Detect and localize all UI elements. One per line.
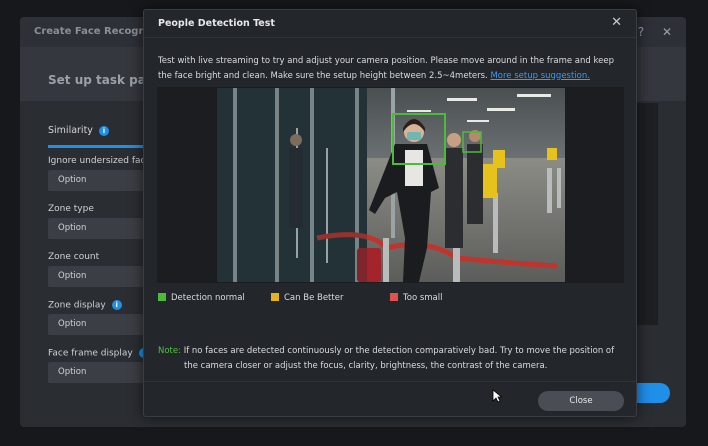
live-stream-video xyxy=(217,88,565,282)
tab-similarity[interactable]: Similarity i xyxy=(48,125,109,136)
zone-count-select[interactable]: Option xyxy=(48,266,144,287)
field-label-zone-count: Zone count xyxy=(48,252,100,262)
dialog-header: People Detection Test ✕ xyxy=(144,10,636,38)
zone-display-select[interactable]: Option xyxy=(48,314,144,335)
note-label: Note: xyxy=(158,346,181,356)
mouse-cursor-icon xyxy=(492,389,502,403)
note-line-1: If no faces are detected continuously or… xyxy=(183,346,615,356)
tab-similarity-label: Similarity xyxy=(48,125,93,136)
legend-detection-normal: Detection normal xyxy=(158,293,245,303)
close-icon[interactable]: ✕ xyxy=(662,25,672,39)
dialog-instructions: Test with live streaming to try and adju… xyxy=(158,54,628,83)
dialog-close-icon[interactable]: ✕ xyxy=(611,15,622,30)
legend-can-be-better: Can Be Better xyxy=(271,293,343,303)
legend-swatch-yellow xyxy=(271,293,279,301)
field-label-zone-type: Zone type xyxy=(48,204,94,214)
info-icon[interactable]: i xyxy=(98,125,109,136)
legend-swatch-red xyxy=(390,293,398,301)
info-icon[interactable]: i xyxy=(111,300,122,310)
dialog-footer-divider xyxy=(144,381,636,382)
live-stream-frame xyxy=(157,87,624,283)
zone-type-select[interactable]: Option xyxy=(48,218,144,239)
background-preview-area xyxy=(636,103,658,325)
legend-too-small: Too small xyxy=(390,293,443,303)
close-button[interactable]: Close xyxy=(538,391,624,411)
tab-active-indicator xyxy=(48,145,152,148)
field-label-ignore-undersized: Ignore undersized fac xyxy=(48,156,146,166)
field-label-face-frame-display: Face frame displayi xyxy=(48,348,149,359)
note-line-2: the camera closer or adjust the focus, c… xyxy=(184,360,548,371)
help-icon[interactable]: ? xyxy=(638,25,644,39)
dialog-note: Note: If no faces are detected continuou… xyxy=(158,344,626,373)
people-detection-dialog: People Detection Test ✕ Test with live s… xyxy=(143,9,637,417)
ignore-undersized-select[interactable]: Option xyxy=(48,170,144,191)
legend-swatch-green xyxy=(158,293,166,301)
setup-suggestion-link[interactable]: More setup suggestion. xyxy=(490,71,590,81)
field-label-zone-display: Zone display i xyxy=(48,300,122,311)
face-frame-display-select[interactable]: Option xyxy=(48,362,144,383)
dialog-title: People Detection Test xyxy=(158,18,275,29)
